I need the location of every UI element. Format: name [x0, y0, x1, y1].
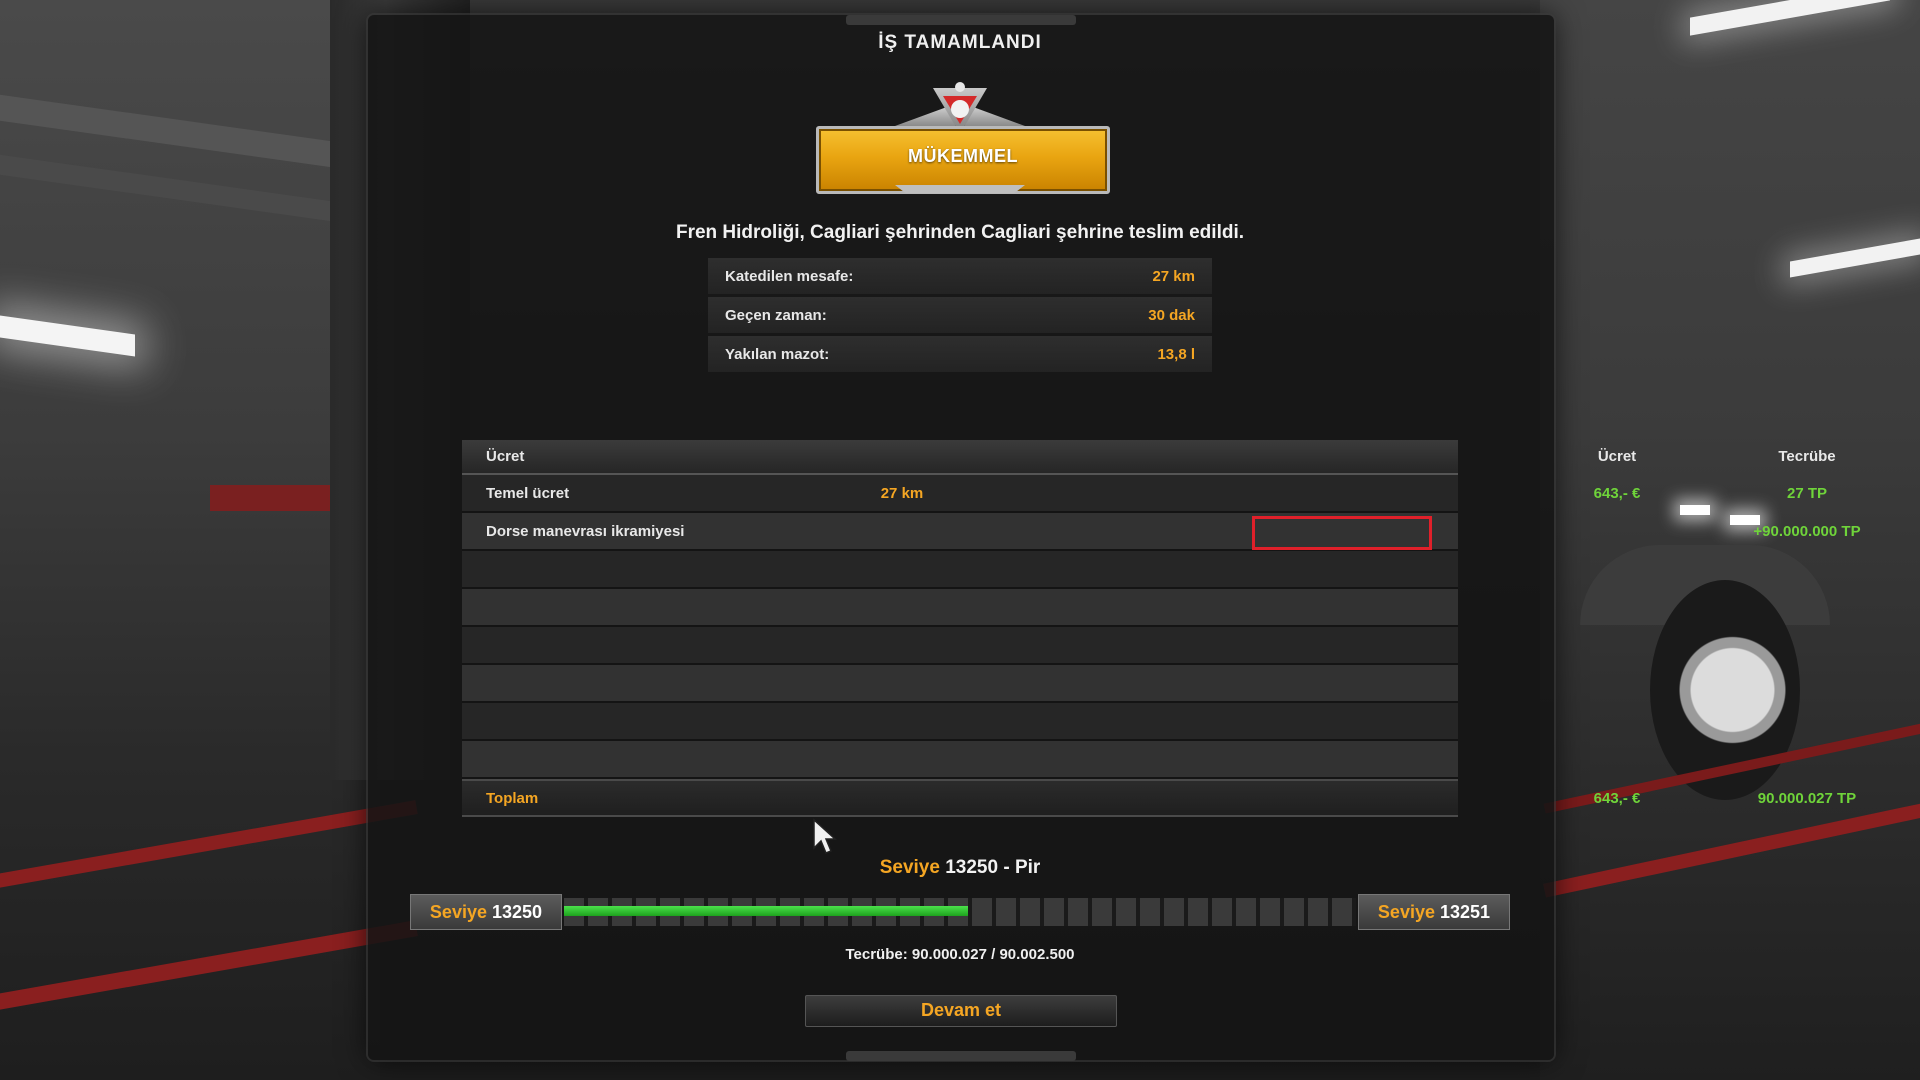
- table-row-empty: [462, 665, 1458, 703]
- experience-text: Tecrübe: 90.000.027 / 90.002.500: [845, 946, 1075, 963]
- total-pay: 643,- €: [1593, 790, 1641, 807]
- table-row-empty: [462, 703, 1458, 741]
- panel-bottom-handle: [846, 1051, 1076, 1061]
- header-experience: Tecrübe: [1778, 448, 1836, 465]
- progress-fill: [564, 906, 968, 916]
- stat-value: 30 dak: [1148, 307, 1195, 324]
- stat-row-fuel: Yakılan mazot: 13,8 l: [708, 336, 1212, 372]
- table-total-row: Toplam 643,- € 90.000.027 TP: [462, 779, 1856, 817]
- table-row-empty: [462, 589, 1458, 627]
- stat-label: Katedilen mesafe:: [725, 268, 854, 285]
- next-level: 13251: [1440, 902, 1491, 922]
- row-pay: 643,- €: [1593, 485, 1641, 502]
- current-level: 13250: [492, 902, 543, 922]
- dialog-title: İŞ TAMAMLANDI: [878, 32, 1042, 53]
- table-row: Temel ücret 27 km 643,- € 27 TP: [462, 475, 1827, 513]
- truck-headlight: [1680, 505, 1710, 515]
- delivery-summary: Fren Hidroliği, Cagliari şehrinden Cagli…: [675, 222, 1245, 243]
- total-label: Toplam: [486, 790, 539, 807]
- stat-label: Yakılan mazot:: [725, 346, 830, 363]
- stat-row-distance: Katedilen mesafe: 27 km: [708, 258, 1212, 294]
- stat-label: Geçen zaman:: [725, 307, 827, 324]
- row-name: Temel ücret: [486, 485, 570, 502]
- next-level-box: Seviye 13251: [1358, 894, 1510, 930]
- job-stats: Katedilen mesafe: 27 km Geçen zaman: 30 …: [708, 258, 1212, 375]
- highlight-box: [1252, 516, 1432, 550]
- continue-button[interactable]: Devam et: [805, 995, 1117, 1027]
- table-row-empty: [462, 741, 1458, 779]
- stat-row-time: Geçen zaman: 30 dak: [708, 297, 1212, 333]
- table-row-empty: [462, 627, 1458, 665]
- total-experience: 90.000.027 TP: [1757, 790, 1857, 807]
- rating-badge: MÜKEMMEL: [816, 126, 1110, 194]
- table-header: Ücret Ücret Tecrübe: [462, 440, 1836, 475]
- level-title: Seviye 13250 - Pir: [0, 857, 1920, 879]
- stat-value: 27 km: [1152, 268, 1195, 285]
- rating-label: MÜKEMMEL: [908, 146, 1018, 166]
- header-income: Ücret: [486, 448, 525, 465]
- garage-wall-right: [1540, 0, 1920, 1080]
- current-level-box: Seviye 13250: [410, 894, 562, 930]
- income-table: Ücret Ücret Tecrübe Temel ücret 27 km 64…: [462, 440, 1861, 817]
- rating-badge-base: [895, 185, 1025, 193]
- row-experience: +90.000.000 TP: [1753, 523, 1861, 540]
- header-pay: Ücret: [1597, 448, 1637, 465]
- level-title-value: 13250 - Pir: [945, 857, 1041, 878]
- row-distance: 27 km: [880, 485, 924, 502]
- panel-top-handle: [846, 15, 1076, 25]
- stat-value: 13,8 l: [1157, 346, 1195, 363]
- table-row-empty: [462, 551, 1458, 589]
- row-name: Dorse manevrası ikramiyesi: [486, 523, 685, 540]
- experience-progress-bar: Seviye 13250 Seviye 13251: [410, 894, 1510, 930]
- row-experience: 27 TP: [1786, 485, 1828, 502]
- level-title-prefix: Seviye: [879, 857, 940, 878]
